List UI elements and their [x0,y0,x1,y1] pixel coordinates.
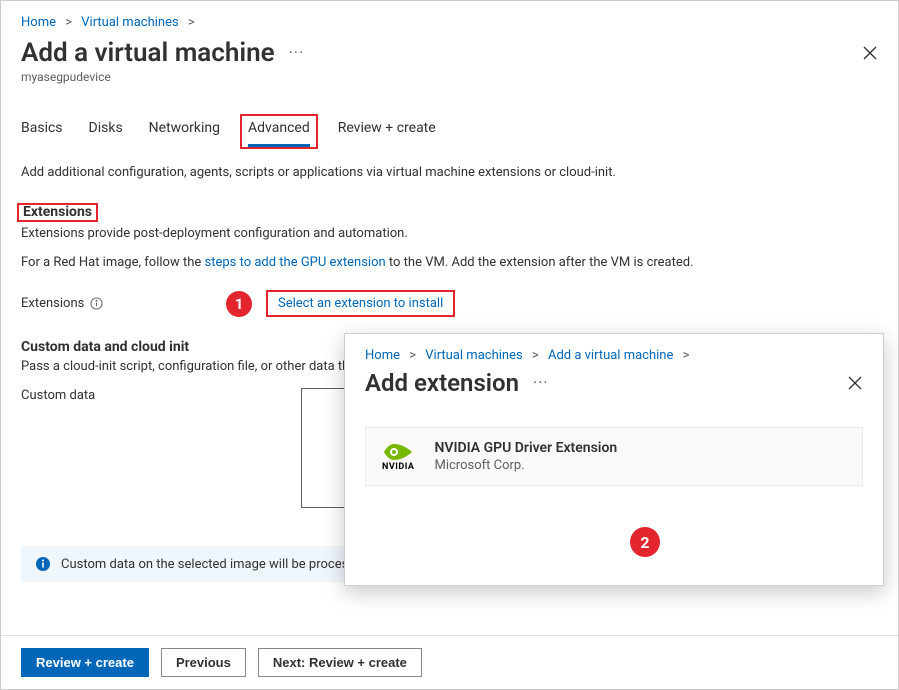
resource-name: myasegpudevice [21,70,878,84]
extensions-text: Extensions provide post-deployment confi… [21,226,878,241]
review-create-button[interactable]: Review + create [21,648,149,677]
close-button[interactable] [862,45,878,61]
info-icon[interactable] [90,297,103,310]
add-extension-panel: Home > Virtual machines > Add a virtual … [344,333,884,586]
chevron-right-icon: > [683,348,690,363]
extension-publisher: Microsoft Corp. [434,458,617,473]
info-icon [35,556,51,572]
tab-advanced[interactable]: Advanced [248,116,310,147]
tab-disks[interactable]: Disks [89,116,123,147]
previous-button[interactable]: Previous [161,648,246,677]
redhat-suffix: to the VM. Add the extension after the V… [386,255,694,270]
custom-data-label: Custom data [21,388,301,508]
chevron-right-icon: > [409,348,416,363]
overlay-breadcrumb-add[interactable]: Add a virtual machine [548,348,673,363]
chevron-right-icon: > [188,15,195,30]
footer-bar: Review + create Previous Next: Review + … [1,635,898,689]
extensions-label-text: Extensions [21,296,84,311]
gpu-extension-link[interactable]: steps to add the GPU extension [204,255,385,270]
callout-1: 1 [226,291,252,317]
tab-bar: Basics Disks Networking Advanced Review … [21,116,878,147]
redhat-instruction: For a Red Hat image, follow the steps to… [21,255,878,270]
tab-description: Add additional configuration, agents, sc… [21,165,878,180]
extensions-heading: Extensions [23,204,92,220]
breadcrumb-vms[interactable]: Virtual machines [81,15,178,30]
select-extension-link[interactable]: Select an extension to install [278,296,443,311]
callout-2: 2 [630,527,660,557]
tab-networking[interactable]: Networking [149,116,220,147]
extension-name: NVIDIA GPU Driver Extension [434,440,617,456]
overlay-title: Add extension [365,369,519,397]
overlay-breadcrumb-vms[interactable]: Virtual machines [425,348,522,363]
chevron-right-icon: > [532,348,539,363]
nvidia-logo-text: NVIDIA [382,462,414,472]
chevron-right-icon: > [65,15,72,30]
overlay-breadcrumb: Home > Virtual machines > Add a virtual … [365,348,863,363]
extension-card[interactable]: NVIDIA NVIDIA GPU Driver Extension Micro… [365,427,863,486]
breadcrumb-home[interactable]: Home [21,15,56,30]
tab-basics[interactable]: Basics [21,116,63,147]
extensions-label: Extensions [21,296,226,311]
more-icon[interactable]: ··· [533,375,549,391]
next-button[interactable]: Next: Review + create [258,648,422,677]
redhat-prefix: For a Red Hat image, follow the [21,255,204,270]
breadcrumb-main: Home > Virtual machines > [21,11,878,34]
more-icon[interactable]: ··· [289,45,305,61]
page-title: Add a virtual machine [21,38,275,68]
nvidia-logo-icon: NVIDIA [382,442,414,472]
tab-review-create[interactable]: Review + create [338,116,436,147]
overlay-close-button[interactable] [847,375,863,391]
overlay-breadcrumb-home[interactable]: Home [365,348,400,363]
